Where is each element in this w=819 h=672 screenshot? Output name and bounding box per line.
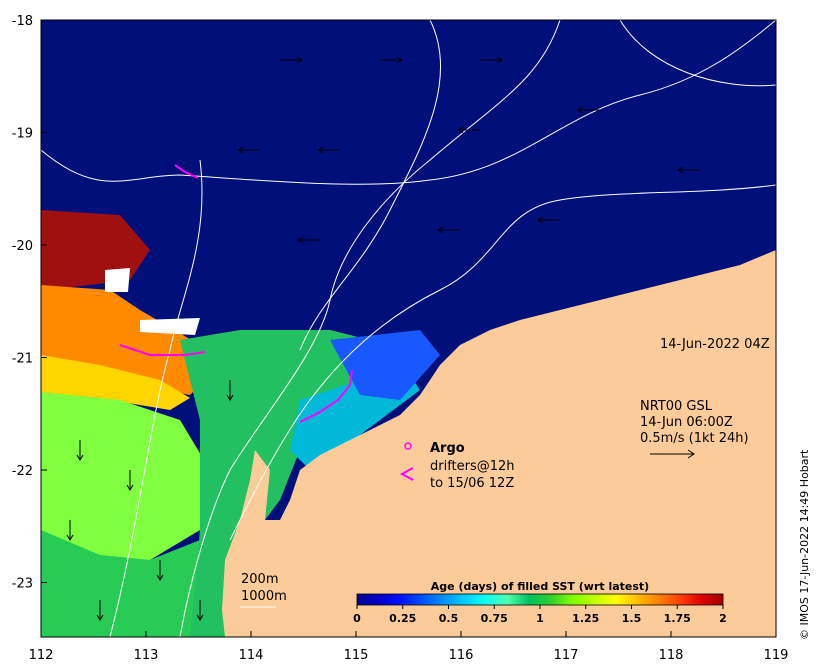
sst-patch-white-2: [105, 268, 130, 292]
y-tick-label: -19: [12, 127, 33, 142]
x-tick-label: 118: [659, 648, 684, 663]
colorbar-tick-label: 1.25: [572, 612, 599, 625]
current-time-label: 14-Jun 06:00Z: [640, 415, 733, 430]
date-label: 14-Jun-2022 04Z: [660, 337, 770, 352]
colorbar-tick-label: 1.75: [664, 612, 691, 625]
colorbar-tick-label: 0.5: [439, 612, 459, 625]
colorbar-tick-label: 1.5: [622, 612, 642, 625]
colorbar-tick-label: 1: [536, 612, 544, 625]
colorbar-tick-label: 0.75: [481, 612, 508, 625]
credit-label: © IMOS 17-Jun-2022 14:49 Hobart: [798, 449, 811, 640]
y-tick-label: -20: [12, 239, 33, 254]
x-tick-label: 114: [239, 648, 264, 663]
argo-label: Argo: [430, 441, 465, 456]
colorbar-tick-label: 0: [353, 612, 361, 625]
current-model-label: NRT00 GSL: [640, 399, 713, 414]
x-tick-label: 115: [344, 648, 369, 663]
colorbar-bar: [356, 593, 724, 606]
drifters-label: drifters@12h: [430, 459, 515, 474]
x-tick-label: 112: [29, 648, 54, 663]
isobath-200-label: 200m: [241, 572, 278, 587]
isobath-1000-label: 1000m: [241, 589, 287, 604]
map-plot-area: [41, 20, 776, 637]
x-tick-label: 119: [764, 648, 789, 663]
x-tick-label: 117: [554, 648, 579, 663]
y-tick-label: -22: [12, 464, 33, 479]
sst-patch-white: [140, 318, 200, 335]
colorbar-tick-label: 0.25: [389, 612, 416, 625]
y-tick-label: -18: [12, 14, 33, 29]
drifters-until-label: to 15/06 12Z: [430, 476, 514, 491]
current-scale-label: 0.5m/s (1kt 24h): [640, 431, 749, 446]
y-tick-label: -23: [12, 577, 33, 592]
colorbar-tick-label: 2: [719, 612, 727, 625]
colorbar-title: Age (days) of filled SST (wrt latest): [431, 580, 649, 593]
x-tick-label: 113: [134, 648, 159, 663]
y-tick-label: -21: [12, 352, 33, 367]
sst-map: 14-Jun-2022 04Z NRT00 GSL 14-Jun 06:00Z …: [12, 14, 811, 663]
x-tick-label: 116: [449, 648, 474, 663]
